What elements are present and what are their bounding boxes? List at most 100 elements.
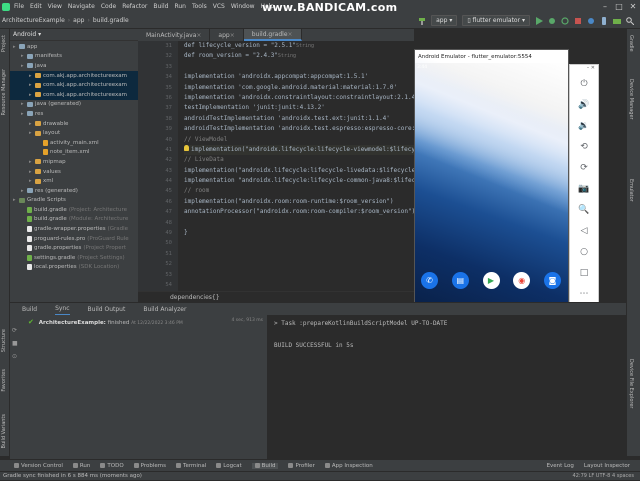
pin-icon[interactable]: ⊙ [12,353,18,360]
code-line[interactable]: implementation("androidx.lifecycle:lifec… [184,166,414,176]
menu-navigate[interactable]: Navigate [68,3,95,10]
emulator-tool-button[interactable]: Emulator [628,179,634,202]
gradle-sync-icon[interactable] [587,17,595,25]
chrome-app-icon[interactable]: ◉ [513,272,531,289]
code-line[interactable]: testImplementation 'junit:junit:4.13.2' [184,103,414,113]
tree-item[interactable]: ▸ manifests [10,52,138,62]
build-panel-tab[interactable]: Build Analyzer [143,303,186,316]
phone-app-icon[interactable]: ✆ [421,272,438,289]
zoom-icon[interactable]: 🔍 [570,199,598,220]
overview-icon[interactable]: □ [570,262,598,283]
tree-item[interactable]: ▸ app [10,42,138,52]
tree-item[interactable]: ▸ Gradle Scripts [10,196,138,206]
tree-item[interactable]: settings.gradle (Project Settings) [10,253,138,263]
tree-item[interactable]: ▸ drawable [10,119,138,129]
code-line[interactable]: } [184,228,414,238]
code-line[interactable]: def room_version = "2.4.3"String [184,51,414,61]
breadcrumb-file[interactable]: build.gradle [93,17,129,24]
expand-arrow-icon[interactable]: ▸ [29,73,34,79]
tool-window-button[interactable]: Run [72,463,90,469]
menu-view[interactable]: View [48,3,62,10]
tree-item[interactable]: ▸ com.akj.app.architectureexam [10,70,138,81]
expand-arrow-icon[interactable]: ▸ [13,197,18,203]
tree-item[interactable]: ▸ com.akj.app.architectureexam [10,80,138,90]
code-line[interactable]: androidTestImplementation 'androidx.test… [184,114,414,124]
code-line[interactable]: // room [184,186,414,196]
menu-run[interactable]: Run [174,3,186,10]
tool-window-button[interactable]: Layout Inspector [584,463,630,469]
tool-window-button[interactable]: TODO [100,463,124,469]
code-line[interactable] [184,62,414,72]
rerun-icon[interactable]: ⟳ [12,327,18,334]
emulator-close-icon[interactable]: ✕ [591,65,595,73]
menu-code[interactable]: Code [101,3,116,10]
tool-window-button[interactable]: Version Control [14,463,63,469]
device-manager-icon[interactable] [600,16,608,25]
volume-down-icon[interactable]: 🔉 [570,115,598,136]
expand-arrow-icon[interactable]: ▸ [29,121,34,127]
stop-icon[interactable] [574,17,582,25]
rotate-left-icon[interactable]: ⟲ [570,136,598,157]
code-line[interactable]: implementation 'com.google.android.mater… [184,83,414,93]
tool-window-button[interactable]: Build [251,462,279,469]
home-icon[interactable]: ○ [570,241,598,262]
screenshot-icon[interactable]: 📷 [570,178,598,199]
power-icon[interactable]: ⏻ [570,73,598,94]
expand-arrow-icon[interactable]: ▸ [21,63,26,69]
menu-edit[interactable]: Edit [30,3,42,10]
menu-tools[interactable]: Tools [192,3,207,10]
maximize-icon[interactable]: □ [612,0,626,13]
code-line[interactable] [184,218,414,228]
project-tool-button[interactable]: Project [1,35,7,52]
build-output-console[interactable]: > Task :prepareKotlinBuildScriptModel UP… [268,315,626,459]
tree-item[interactable]: ▸ res (generated) [10,186,138,196]
volume-up-icon[interactable]: 🔊 [570,94,598,115]
back-icon[interactable]: ◁ [570,220,598,241]
tree-item[interactable]: ▸ java [10,61,138,71]
close-tab-icon[interactable]: × [196,32,201,39]
expand-arrow-icon[interactable]: ▸ [29,178,34,184]
tree-item[interactable]: note_item.xml [10,148,138,158]
tree-item[interactable]: activity_main.xml [10,138,138,148]
device-dropdown[interactable]: ▯ flutter emulator ▾ [462,15,530,26]
structure-tool-button[interactable]: Structure [1,329,7,352]
tool-window-button[interactable]: Logcat [216,463,242,469]
tree-item[interactable]: proguard-rules.pro (ProGuard Rule [10,234,138,244]
stop-build-icon[interactable]: ■ [12,340,18,347]
run-config-dropdown[interactable]: app ▾ [431,15,458,26]
tool-window-button[interactable]: Profiler [288,463,315,469]
build-variants-tool-button[interactable]: Build Variants [1,414,7,448]
close-icon[interactable]: ✕ [626,0,640,13]
sdk-manager-icon[interactable] [613,17,621,25]
rotate-right-icon[interactable]: ⟳ [570,157,598,178]
code-line[interactable]: implementation "androidx.lifecycle:lifec… [184,176,414,186]
code-line[interactable]: def lifecycle_version = "2.5.1"String [184,41,414,51]
menu-window[interactable]: Window [231,3,255,10]
tree-item[interactable]: ▸ com.akj.app.architectureexam [10,89,138,100]
device-file-explorer-tool-button[interactable]: Device File Explorer [628,359,634,408]
favorites-tool-button[interactable]: Favorites [1,369,7,392]
expand-arrow-icon[interactable]: ▸ [21,101,26,107]
expand-arrow-icon[interactable]: ▸ [13,44,18,50]
minimize-icon[interactable]: – [598,0,612,13]
build-panel-tab[interactable]: Sync [55,303,70,316]
expand-arrow-icon[interactable]: ▸ [29,169,34,175]
tool-window-button[interactable]: Terminal [176,463,206,469]
profile-icon[interactable] [561,16,569,25]
editor-tab[interactable]: build.gradle × [243,29,302,41]
close-tab-icon[interactable]: × [230,32,235,39]
expand-arrow-icon[interactable]: ▸ [29,82,34,88]
breadcrumb-project[interactable]: ArchitectureExample [2,17,65,24]
build-tree-row[interactable]: ✔ ArchitectureExample: finished At 12/22… [28,318,183,326]
search-icon[interactable] [626,16,635,25]
code-line[interactable]: annotationProcessor("androidx.room:room-… [184,207,414,217]
camera-app-icon[interactable]: ◙ [544,272,561,289]
tree-item[interactable]: ▸ xml [10,176,138,186]
expand-arrow-icon[interactable]: ▸ [21,111,26,117]
editor-breadcrumb[interactable]: dependencies{} [138,291,414,302]
expand-arrow-icon[interactable]: ▸ [29,92,34,98]
code-line[interactable]: implementation 'androidx.constraintlayou… [184,93,414,103]
menu-vcs[interactable]: VCS [213,3,225,10]
tool-window-button[interactable]: Event Log [547,463,574,469]
play-store-app-icon[interactable]: ▶ [482,272,500,289]
